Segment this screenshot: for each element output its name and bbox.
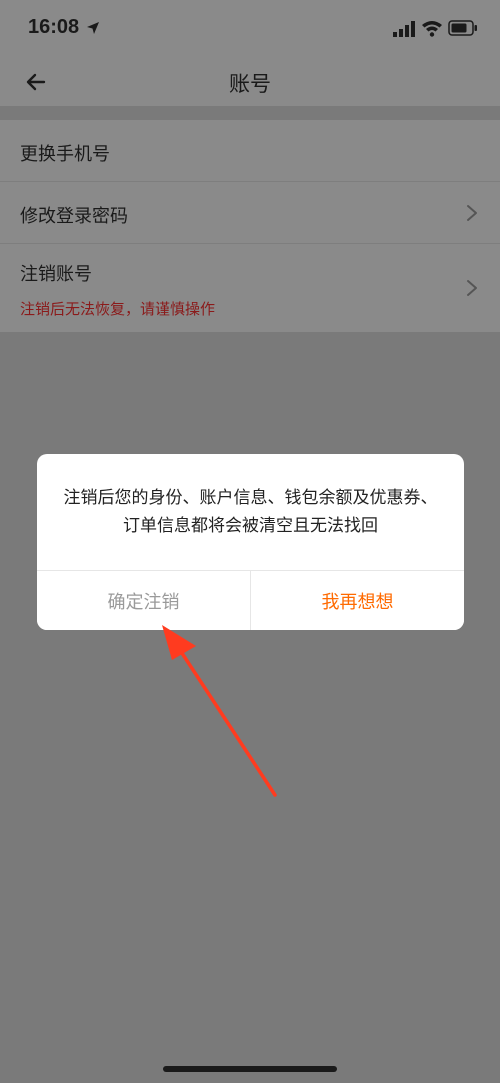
delete-warning-text: 注销后无法恢复，请谨慎操作 [20,300,216,318]
account-settings-list: 更换手机号 修改登录密码 注销账号 注销后无法恢复，请谨慎操作 [0,120,500,332]
battery-icon [448,20,477,36]
nav-header: 账号 [0,60,500,106]
home-indicator [163,1066,337,1072]
chevron-right-icon [467,280,477,296]
dialog-message: 注销后您的身份、账户信息、钱包余额及优惠券、订单信息都将会被清空且无法找回 [63,488,438,536]
signal-icon [393,21,415,37]
annotation-arrow-icon [162,625,277,797]
wifi-icon [422,21,442,37]
list-item-label: 修改登录密码 [20,206,128,227]
list-item-change-phone[interactable]: 更换手机号 [0,120,500,182]
chevron-right-icon [467,205,477,221]
status-time: 16:08 [28,16,80,38]
list-item-change-password[interactable]: 修改登录密码 [0,182,500,244]
list-item-delete-account[interactable]: 注销账号 注销后无法恢复，请谨慎操作 [0,244,500,332]
list-item-label: 更换手机号 [20,144,110,165]
page-title: 账号 [229,72,271,96]
list-item-label: 注销账号 [20,264,92,285]
location-arrow-icon [87,22,99,34]
delete-account-dialog: 注销后您的身份、账户信息、钱包余额及优惠券、订单信息都将会被清空且无法找回 确定… [37,454,464,630]
status-bar: 16:08 [0,0,500,60]
